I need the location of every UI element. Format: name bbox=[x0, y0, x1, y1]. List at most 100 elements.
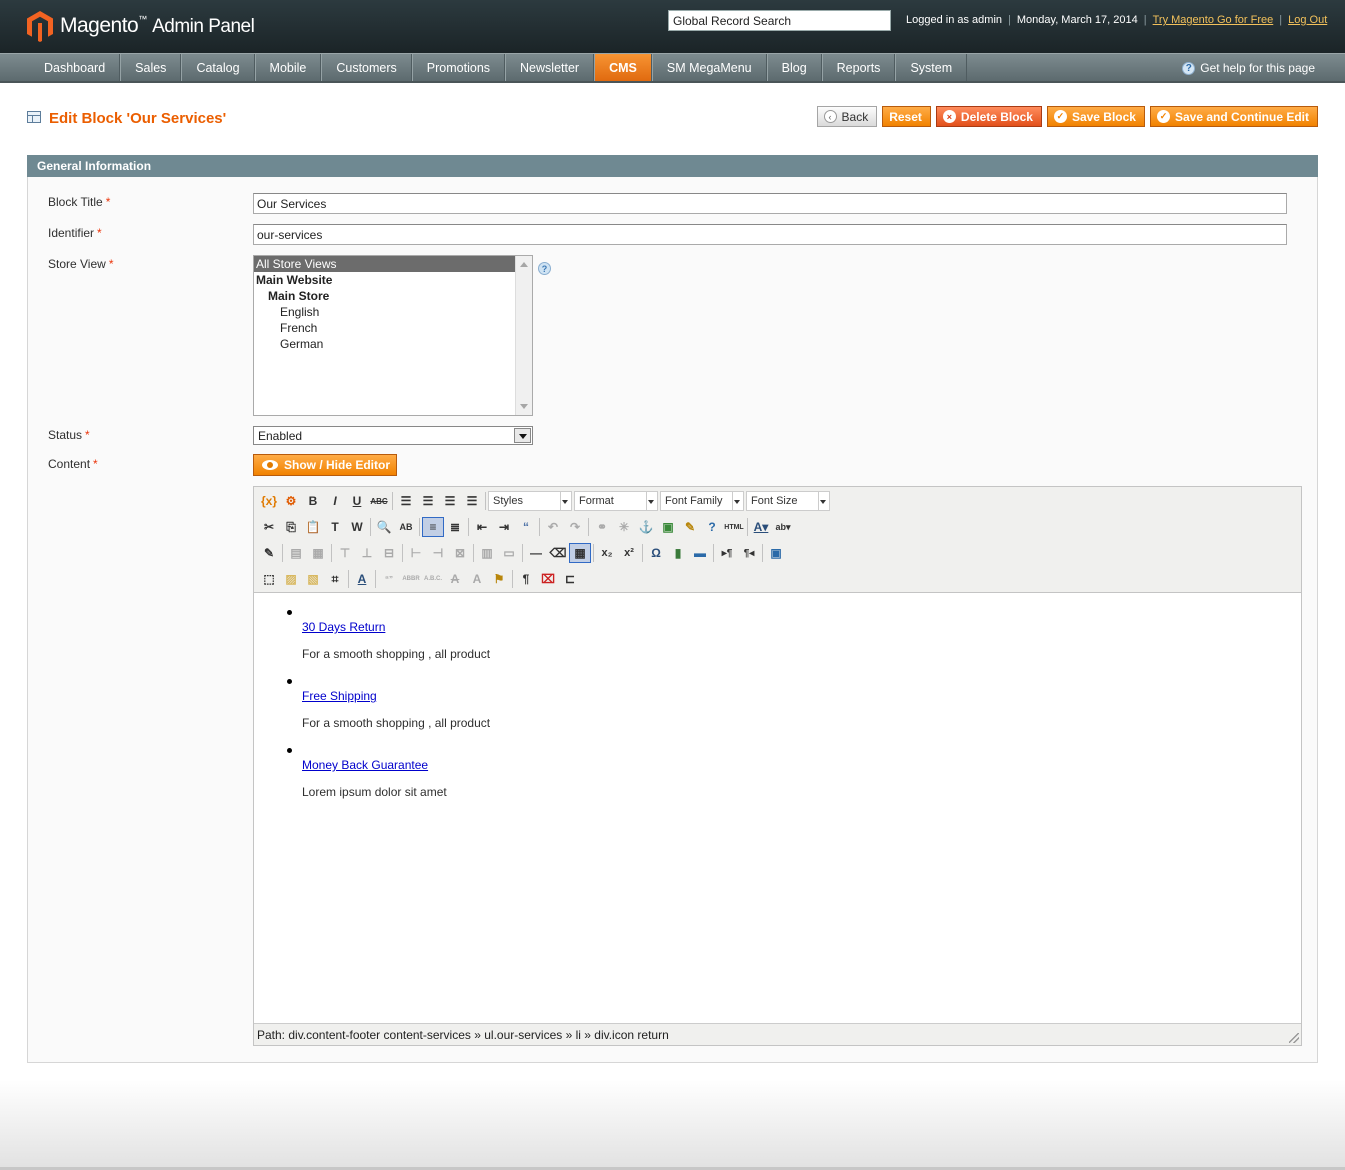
scrollbar[interactable] bbox=[515, 256, 532, 415]
non-breaking-icon[interactable]: ⌧ bbox=[537, 569, 559, 589]
attributes-icon[interactable]: ⚑ bbox=[488, 569, 510, 589]
delete-col-icon[interactable]: ⊠ bbox=[449, 543, 471, 563]
identifier-input[interactable] bbox=[253, 224, 1287, 245]
image-icon[interactable]: ▣ bbox=[657, 517, 679, 537]
delete-block-button[interactable]: × Delete Block bbox=[935, 106, 1042, 127]
abbr-icon[interactable]: ABBR bbox=[400, 569, 422, 589]
acronym-icon[interactable]: A.B.C. bbox=[422, 569, 444, 589]
styles-select[interactable]: Styles bbox=[488, 491, 572, 511]
cell-props-icon[interactable]: ▦ bbox=[307, 543, 329, 563]
bullet-list-icon[interactable]: ≡ bbox=[422, 517, 444, 537]
resize-handle-icon[interactable] bbox=[1289, 1033, 1299, 1043]
insert-layer-box-icon[interactable]: ⬚ bbox=[258, 569, 280, 589]
status-select[interactable]: Enabled bbox=[253, 426, 533, 445]
align-right-icon[interactable]: ☰ bbox=[439, 491, 461, 511]
nav-sm-megamenu[interactable]: SM MegaMenu bbox=[651, 54, 767, 81]
bold-icon[interactable]: B bbox=[302, 491, 324, 511]
html-source-icon[interactable]: HTML bbox=[723, 517, 745, 537]
page-break-icon[interactable]: ⊏ bbox=[559, 569, 581, 589]
move-backward-icon[interactable]: ▧ bbox=[302, 569, 324, 589]
store-option-all[interactable]: All Store Views bbox=[254, 256, 532, 272]
align-left-icon[interactable]: ☰ bbox=[395, 491, 417, 511]
row-props-icon[interactable]: ▤ bbox=[285, 543, 307, 563]
try-magento-link[interactable]: Try Magento Go for Free bbox=[1153, 14, 1274, 26]
paste-text-icon[interactable]: T bbox=[324, 517, 346, 537]
align-justify-icon[interactable]: ☰ bbox=[461, 491, 483, 511]
service-link-shipping[interactable]: Free Shipping bbox=[302, 689, 377, 703]
global-search-input[interactable] bbox=[668, 10, 891, 31]
subscript-icon[interactable]: x₂ bbox=[596, 543, 618, 563]
insert-row-after-icon[interactable]: ⊥ bbox=[356, 543, 378, 563]
underline-icon[interactable]: U bbox=[346, 491, 368, 511]
find-icon[interactable]: 🔍 bbox=[373, 517, 395, 537]
link-icon[interactable]: ⚭ bbox=[591, 517, 613, 537]
insert-col-before-icon[interactable]: ⊢ bbox=[405, 543, 427, 563]
nav-blog[interactable]: Blog bbox=[766, 54, 822, 81]
remove-format-icon[interactable]: ⌫ bbox=[547, 543, 569, 563]
align-center-icon[interactable]: ☰ bbox=[417, 491, 439, 511]
anchor-icon[interactable]: ⚓ bbox=[635, 517, 657, 537]
ltr-icon[interactable]: ▸¶ bbox=[716, 543, 738, 563]
service-item-title[interactable]: 30 Days Return bbox=[302, 620, 385, 634]
insert-layer-icon[interactable]: ✎ bbox=[258, 543, 280, 563]
save-block-button[interactable]: ✓ Save Block bbox=[1046, 106, 1145, 127]
magento-logo[interactable]: Magento™ Admin Panel bbox=[26, 10, 255, 42]
special-char-icon[interactable]: Ω bbox=[645, 543, 667, 563]
font-size-select[interactable]: Font Size bbox=[746, 491, 830, 511]
logout-link[interactable]: Log Out bbox=[1288, 14, 1327, 26]
nav-cms[interactable]: CMS bbox=[594, 54, 652, 81]
insert-variable-icon[interactable]: {x} bbox=[258, 491, 280, 511]
format-select[interactable]: Format bbox=[574, 491, 658, 511]
media-icon[interactable]: ▮ bbox=[667, 543, 689, 563]
background-color-icon[interactable]: ab▾ bbox=[772, 517, 794, 537]
nav-catalog[interactable]: Catalog bbox=[181, 54, 255, 81]
nav-system[interactable]: System bbox=[895, 54, 968, 81]
service-item-title[interactable]: Free Shipping bbox=[302, 689, 377, 703]
insertion-icon[interactable]: A bbox=[466, 569, 488, 589]
show-hide-editor-button[interactable]: Show / Hide Editor bbox=[253, 454, 397, 476]
nav-customers[interactable]: Customers bbox=[321, 54, 412, 81]
block-title-input[interactable] bbox=[253, 193, 1287, 214]
insert-row-before-icon[interactable]: ⊤ bbox=[334, 543, 356, 563]
nav-sales[interactable]: Sales bbox=[120, 54, 182, 81]
copy-icon[interactable]: ⎘ bbox=[280, 517, 302, 537]
nav-promotions[interactable]: Promotions bbox=[411, 54, 506, 81]
superscript-icon[interactable]: x² bbox=[618, 543, 640, 563]
horizontal-rule-icon[interactable]: — bbox=[525, 543, 547, 563]
redo-icon[interactable]: ↷ bbox=[564, 517, 586, 537]
save-continue-button[interactable]: ✓ Save and Continue Edit bbox=[1149, 106, 1318, 127]
undo-icon[interactable]: ↶ bbox=[542, 517, 564, 537]
cut-icon[interactable]: ✂ bbox=[258, 517, 280, 537]
split-cells-icon[interactable]: ▥ bbox=[476, 543, 498, 563]
service-link-guarantee[interactable]: Money Back Guarantee bbox=[302, 758, 428, 772]
paste-word-icon[interactable]: W bbox=[346, 517, 368, 537]
absolute-position-icon[interactable]: ⌗ bbox=[324, 569, 346, 589]
store-option-english[interactable]: English bbox=[254, 304, 532, 320]
style-props-icon[interactable]: A bbox=[351, 569, 373, 589]
back-button[interactable]: ‹ Back bbox=[816, 106, 878, 127]
insert-col-after-icon[interactable]: ⊣ bbox=[427, 543, 449, 563]
numbered-list-icon[interactable]: ≣ bbox=[444, 517, 466, 537]
insert-widget-icon[interactable]: ⚙ bbox=[280, 491, 302, 511]
table-icon[interactable]: ▦ bbox=[569, 543, 591, 563]
help-icon[interactable]: ? bbox=[701, 517, 723, 537]
text-color-icon[interactable]: A▾ bbox=[750, 517, 772, 537]
italic-icon[interactable]: I bbox=[324, 491, 346, 511]
outdent-icon[interactable]: ⇤ bbox=[471, 517, 493, 537]
service-item-title[interactable]: Money Back Guarantee bbox=[302, 758, 428, 772]
cleanup-icon[interactable]: ✎ bbox=[679, 517, 701, 537]
help-link[interactable]: ? Get help for this page bbox=[1182, 61, 1315, 75]
store-option-french[interactable]: French bbox=[254, 320, 532, 336]
rtl-icon[interactable]: ¶◂ bbox=[738, 543, 760, 563]
delete-row-icon[interactable]: ⊟ bbox=[378, 543, 400, 563]
hr-advanced-icon[interactable]: ▬ bbox=[689, 543, 711, 563]
cite-icon[interactable]: “” bbox=[378, 569, 400, 589]
paste-icon[interactable]: 📋 bbox=[302, 517, 324, 537]
service-link-return[interactable]: 30 Days Return bbox=[302, 620, 385, 634]
indent-icon[interactable]: ⇥ bbox=[493, 517, 515, 537]
editor-content-area[interactable]: 30 Days Return For a smooth shopping , a… bbox=[254, 593, 1301, 1025]
visual-chars-icon[interactable]: ¶ bbox=[515, 569, 537, 589]
deletion-icon[interactable]: A bbox=[444, 569, 466, 589]
nav-reports[interactable]: Reports bbox=[821, 54, 896, 81]
store-option-german[interactable]: German bbox=[254, 336, 532, 352]
